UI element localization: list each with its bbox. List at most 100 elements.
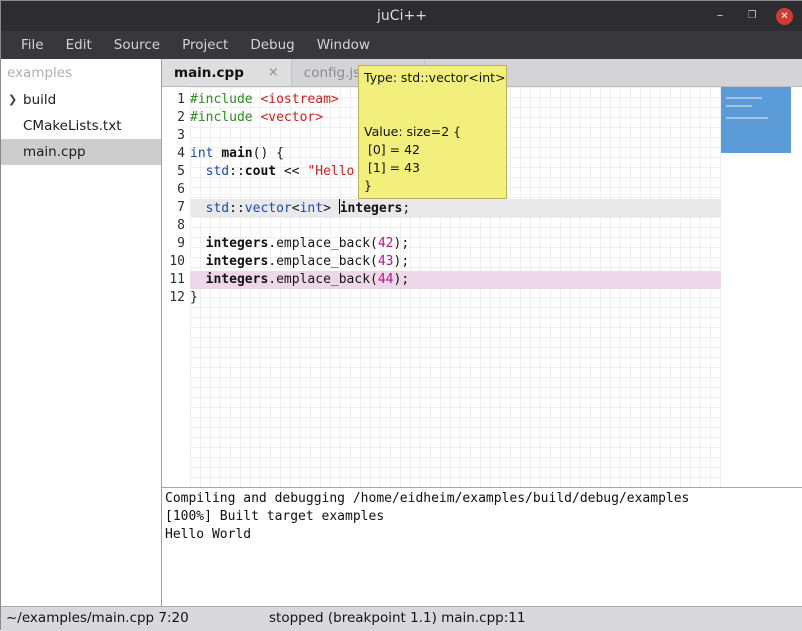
sidebar-item-main-cpp[interactable]: main.cpp <box>1 139 161 165</box>
line-number: 9 <box>162 235 190 253</box>
terminal-line: Compiling and debugging /home/eidheim/ex… <box>165 490 802 508</box>
menu-item-debug[interactable]: Debug <box>239 31 305 59</box>
terminal-line: [100%] Built target examples <box>165 508 802 526</box>
sidebar-item-label: CMakeLists.txt <box>23 118 122 134</box>
tooltip-line: [0] = 42 <box>364 141 501 159</box>
minimap-line <box>726 105 752 107</box>
line-number: 3 <box>162 127 190 145</box>
tooltip-line: } <box>364 177 501 195</box>
line-number: 7 <box>162 199 190 217</box>
code-token: .emplace_back( <box>268 272 378 287</box>
minimap[interactable] <box>721 87 791 153</box>
code-token <box>190 164 206 179</box>
menu-item-project[interactable]: Project <box>171 31 239 59</box>
code-token <box>190 201 206 216</box>
code-token <box>190 272 206 287</box>
menu-item-window[interactable]: Window <box>306 31 381 59</box>
code-token: () { <box>253 146 284 161</box>
tooltip-line: [1] = 43 <box>364 159 501 177</box>
line-number: 4 <box>162 145 190 163</box>
code-token: int <box>300 201 323 216</box>
minimize-button[interactable]: – <box>712 8 728 24</box>
status-debug-state: stopped (breakpoint 1.1) main.cpp:11 <box>269 607 525 630</box>
menu-item-file[interactable]: File <box>10 31 55 59</box>
tooltip-line <box>364 105 501 123</box>
terminal-line: Hello World <box>165 526 802 544</box>
sidebar-item-label: main.cpp <box>23 144 86 160</box>
sidebar-item-build[interactable]: ❯ build <box>1 87 161 113</box>
code-token: integers <box>340 201 403 216</box>
sidebar: examples ❯ build CMakeLists.txt main.cpp <box>1 59 162 606</box>
code-token: #include <box>190 92 260 107</box>
code-token <box>190 236 206 251</box>
code-token: 42 <box>378 236 394 251</box>
sidebar-item-label: build <box>23 92 56 108</box>
line-number: 2 <box>162 109 190 127</box>
line-number: 11 <box>162 271 190 289</box>
terminal-pane[interactable]: Compiling and debugging /home/eidheim/ex… <box>162 487 802 606</box>
file-tree: ❯ build CMakeLists.txt main.cpp <box>1 87 161 165</box>
code-token: ); <box>394 254 410 269</box>
code-line-12[interactable]: } <box>190 289 721 307</box>
code-token: :: <box>229 164 245 179</box>
line-number: 8 <box>162 217 190 235</box>
restore-button[interactable]: ❐ <box>744 8 760 24</box>
tooltip-line: Type: std::vector<int> <box>364 69 501 87</box>
code-token: integers <box>206 236 269 251</box>
code-token: <vector> <box>260 110 323 125</box>
code-token: vector <box>245 201 292 216</box>
code-line-7[interactable]: std::vector<int> integers; <box>190 199 721 217</box>
title-bar: juCi++ – ❐ ✕ <box>1 1 802 31</box>
code-token: 43 <box>378 254 394 269</box>
line-number: 12 <box>162 289 190 307</box>
overview-strip <box>721 87 802 487</box>
window-title: juCi++ <box>377 8 427 24</box>
code-line-8[interactable] <box>190 217 721 235</box>
code-line-11[interactable]: integers.emplace_back(44); <box>190 271 721 289</box>
code-token: <iostream> <box>260 92 338 107</box>
tab-close-icon[interactable]: × <box>268 65 279 80</box>
code-token: .emplace_back( <box>268 236 378 251</box>
code-line-9[interactable]: integers.emplace_back(42); <box>190 235 721 253</box>
code-token: #include <box>190 110 260 125</box>
code-token: :: <box>229 201 245 216</box>
code-token: int <box>190 146 213 161</box>
minimap-line <box>726 117 768 119</box>
code-token: main <box>221 146 252 161</box>
code-token: std <box>206 201 229 216</box>
line-number: 6 <box>162 181 190 199</box>
tooltip-line <box>364 87 501 105</box>
code-token: } <box>190 290 198 305</box>
code-token: 44 <box>378 272 394 287</box>
code-line-10[interactable]: integers.emplace_back(43); <box>190 253 721 271</box>
line-number-gutter: 123456789101112 <box>162 87 190 487</box>
code-token <box>190 254 206 269</box>
debug-value-tooltip: Type: std::vector<int>Value: size=2 { [0… <box>358 65 507 199</box>
window-controls: – ❐ ✕ <box>712 1 793 31</box>
code-token: ); <box>394 236 410 251</box>
minimap-line <box>726 97 762 99</box>
menu-item-edit[interactable]: Edit <box>55 31 103 59</box>
tab-label: main.cpp <box>174 65 244 81</box>
chevron-right-icon[interactable]: ❯ <box>8 87 17 113</box>
code-token: integers <box>206 254 269 269</box>
line-number: 1 <box>162 91 190 109</box>
line-number: 5 <box>162 163 190 181</box>
status-bar: ~/examples/main.cpp 7:20 stopped (breakp… <box>1 606 802 631</box>
code-token: > <box>323 201 339 216</box>
tab-main-cpp[interactable]: main.cpp × <box>162 59 292 86</box>
line-number: 10 <box>162 253 190 271</box>
sidebar-header: examples <box>1 59 161 87</box>
menu-bar: FileEditSourceProjectDebugWindow <box>1 31 802 59</box>
code-token: ); <box>394 272 410 287</box>
menu-item-source[interactable]: Source <box>103 31 171 59</box>
code-token: cout <box>245 164 276 179</box>
code-token: std <box>206 164 229 179</box>
tooltip-line: Value: size=2 { <box>364 123 501 141</box>
code-token: << <box>276 164 307 179</box>
code-token: integers <box>206 272 269 287</box>
code-token: < <box>292 201 300 216</box>
close-button[interactable]: ✕ <box>776 8 793 25</box>
code-token: ; <box>402 201 410 216</box>
sidebar-item-cmakelists-txt[interactable]: CMakeLists.txt <box>1 113 161 139</box>
